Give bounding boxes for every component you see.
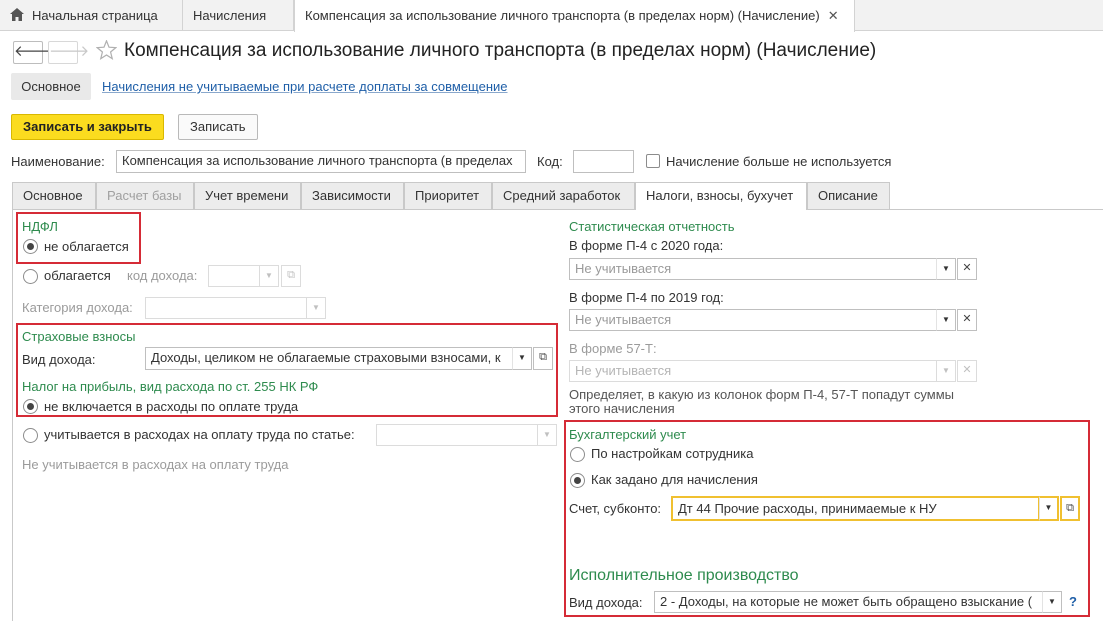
p4-2020-dropdown[interactable]: ▼ xyxy=(936,258,956,280)
income-code-label: код дохода: xyxy=(127,268,198,283)
forward-button[interactable]: 🡒 xyxy=(48,41,89,64)
income-code-open-icon: ⧉ xyxy=(281,265,301,287)
window-tabstrip: Начальная страница Начисления Компенсаци… xyxy=(0,0,1103,32)
income-code-field xyxy=(208,265,260,287)
income-category-dropdown: ▼ xyxy=(306,297,326,319)
unused-label: Начисление больше не используется xyxy=(666,154,892,169)
p4-2019-field[interactable]: Не учитывается xyxy=(569,309,937,331)
income-code-dropdown: ▼ xyxy=(259,265,279,287)
income-category-field xyxy=(145,297,307,319)
f57-clear-icon: ✕ xyxy=(957,360,977,382)
save-and-close-button[interactable]: Записать и закрыть xyxy=(11,114,164,140)
page-title: Компенсация за использование личного тра… xyxy=(124,40,877,61)
tab-taxes[interactable]: Налоги, взносы, бухучет xyxy=(635,182,807,210)
p4-2020-label: В форме П-4 с 2020 года: xyxy=(569,238,724,253)
tab-current-label: Компенсация за использование личного тра… xyxy=(305,8,820,23)
back-button[interactable]: 🡐 xyxy=(13,41,54,64)
tab-home-label: Начальная страница xyxy=(32,8,158,23)
stat-group-title: Статистическая отчетность xyxy=(569,219,735,234)
unused-checkbox[interactable] xyxy=(646,154,660,168)
p4-2019-label: В форме П-4 по 2019 год: xyxy=(569,290,724,305)
included-label: учитывается в расходах на оплату труда п… xyxy=(44,427,355,442)
save-button[interactable]: Записать xyxy=(178,114,258,140)
chevron-down-icon: ▼ xyxy=(543,430,551,439)
p4-2020-clear-icon[interactable]: ✕ xyxy=(957,258,977,280)
chevron-down-icon: ▼ xyxy=(265,271,273,280)
tab-base-calculation[interactable]: Расчет базы xyxy=(96,182,194,209)
not-included-note: Не учитывается в расходах на оплату труд… xyxy=(22,457,289,472)
home-icon xyxy=(10,0,26,31)
highlight-accounting xyxy=(564,420,1090,617)
arrow-right-icon: 🡒 xyxy=(49,43,90,60)
expense-article-dropdown: ▼ xyxy=(537,424,557,446)
tab-dependencies[interactable]: Зависимости xyxy=(301,182,404,209)
f57-dropdown: ▼ xyxy=(936,360,956,382)
tab-current-document[interactable]: Компенсация за использование личного тра… xyxy=(294,0,855,32)
tab-average-earnings[interactable]: Средний заработок xyxy=(492,182,635,209)
chevron-down-icon: ▼ xyxy=(312,303,320,312)
tab-description[interactable]: Описание xyxy=(807,182,890,209)
highlight-insurance xyxy=(16,323,558,417)
p4-2019-dropdown[interactable]: ▼ xyxy=(936,309,956,331)
ndfl-taxed-label: облагается xyxy=(44,268,111,283)
f57-label: В форме 57-Т: xyxy=(569,341,657,356)
stat-note: Определяет, в какую из колонок форм П-4,… xyxy=(569,387,955,416)
tab-main[interactable]: Основное xyxy=(12,182,96,209)
included-radio[interactable] xyxy=(23,428,38,443)
code-label: Код: xyxy=(537,154,563,169)
active-tab-joiner xyxy=(636,208,806,210)
tab-home[interactable]: Начальная страница xyxy=(0,0,183,31)
income-category-label: Категория дохода: xyxy=(22,300,133,315)
p4-2020-field[interactable]: Не учитывается xyxy=(569,258,937,280)
tab-accruals-label: Начисления xyxy=(193,8,267,23)
p4-2019-clear-icon[interactable]: ✕ xyxy=(957,309,977,331)
tab-priority[interactable]: Приоритет xyxy=(404,182,492,209)
code-field[interactable] xyxy=(573,150,634,173)
subnav-link-accruals-not-counted[interactable]: Начисления не учитываемые при расчете до… xyxy=(102,79,508,94)
chevron-down-icon: ▼ xyxy=(942,315,950,324)
ndfl-taxed-radio[interactable] xyxy=(23,269,38,284)
name-field[interactable]: Компенсация за использование личного тра… xyxy=(116,150,526,173)
chevron-down-icon: ▼ xyxy=(942,264,950,273)
chevron-down-icon: ▼ xyxy=(942,366,950,375)
subnav-main-label: Основное xyxy=(21,79,81,94)
name-label: Наименование: xyxy=(11,154,105,169)
subnav-main[interactable]: Основное xyxy=(11,73,91,100)
expense-article-field xyxy=(376,424,538,446)
close-icon[interactable]: ✕ xyxy=(828,8,839,23)
tab-time-accounting[interactable]: Учет времени xyxy=(194,182,301,209)
f57-field: Не учитывается xyxy=(569,360,937,382)
highlight-ndfl xyxy=(16,212,141,264)
tab-accruals[interactable]: Начисления xyxy=(183,0,294,31)
star-icon[interactable] xyxy=(95,39,118,63)
